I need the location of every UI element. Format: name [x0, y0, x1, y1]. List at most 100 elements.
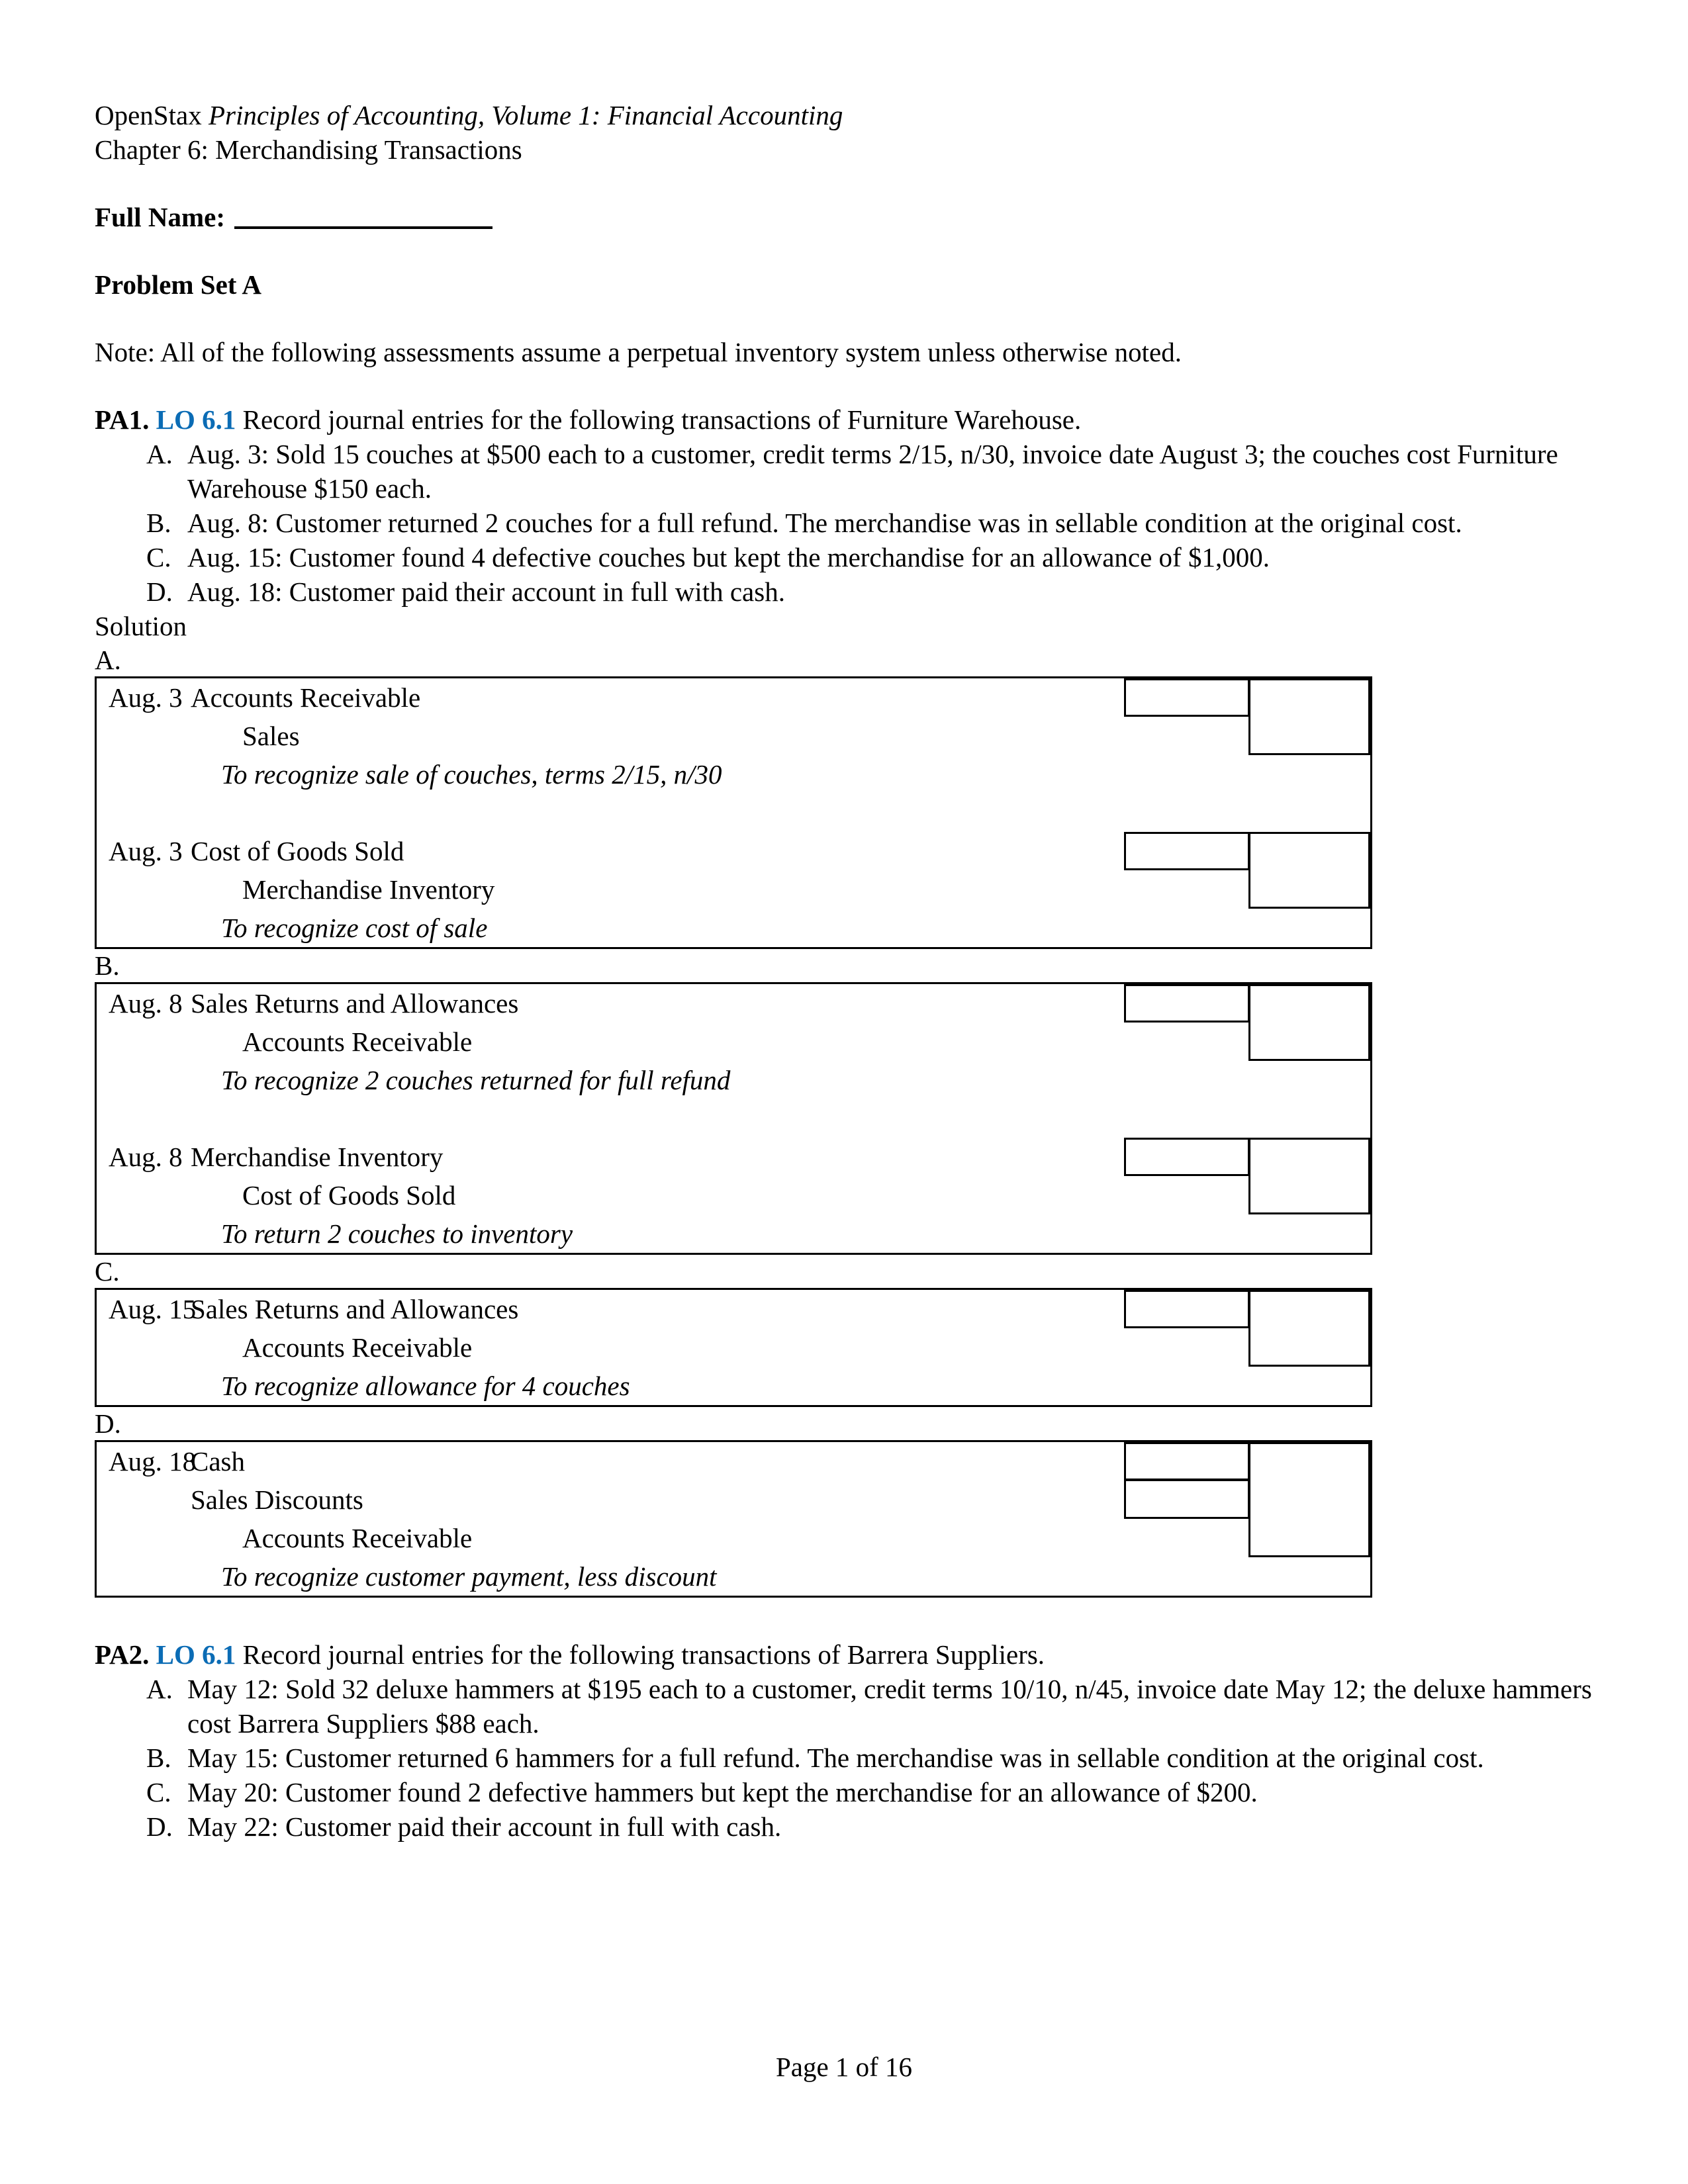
problem-pa1-prompt: PA1. LO 6.1 Record journal entries for t… — [95, 402, 1597, 437]
journal-row: Aug. 8 Sales Returns and Allowances — [97, 984, 1370, 1023]
journal-row: Sales — [97, 717, 1370, 755]
list-item: D. May 22: Customer paid their account in… — [146, 1809, 1597, 1844]
journal-row: Aug. 18 Cash — [97, 1442, 1370, 1480]
problem-set-title: Problem Set A — [95, 269, 262, 300]
page-content: OpenStax Principles of Accounting, Volum… — [95, 98, 1597, 1844]
journal-row: Accounts Receivable — [97, 1023, 1370, 1061]
credit-account-label: Sales — [242, 721, 300, 751]
debit-account-label: Cost of Goods Sold — [191, 836, 404, 866]
entry-date: Aug. 3 — [109, 682, 183, 713]
problem-pa2-prompt-text: Record journal entries for the following… — [242, 1639, 1045, 1670]
problem-pa1-item-list: A. Aug. 3: Sold 15 couches at $500 each t… — [95, 437, 1597, 609]
credit-account-label: Accounts Receivable — [242, 1332, 473, 1363]
credit-account-label: Merchandise Inventory — [242, 874, 495, 905]
entry-date: Aug. 18 — [109, 1446, 197, 1477]
journal-row: Aug. 3 Cost of Goods Sold — [97, 832, 1370, 870]
entry-date: Aug. 8 — [109, 988, 183, 1019]
problem-pa1-id: PA1. — [95, 404, 150, 435]
entry-date: Aug. 15 — [109, 1294, 197, 1324]
journal-row: To recognize 2 couches returned for full… — [97, 1061, 1370, 1099]
journal-row: Aug. 15 Sales Returns and Allowances — [97, 1290, 1370, 1328]
list-item: B. May 15: Customer returned 6 hammers fo… — [146, 1741, 1597, 1775]
debit-account-label: Sales Returns and Allowances — [191, 1294, 519, 1324]
solution-block-label-b: B. — [95, 950, 120, 981]
full-name-input[interactable] — [234, 226, 492, 229]
list-item: A. Aug. 3: Sold 15 couches at $500 each t… — [146, 437, 1597, 506]
list-item-marker: D. — [146, 576, 173, 607]
list-item-text: Aug. 8: Customer returned 2 couches for … — [187, 508, 1462, 538]
journal-entry-table-c: Aug. 15 Sales Returns and Allowances Acc… — [95, 1288, 1372, 1407]
problem-pa1-lo-link[interactable]: LO 6.1 — [156, 404, 236, 435]
list-item-text: Aug. 15: Customer found 4 defective couc… — [187, 542, 1270, 572]
list-item: D. Aug. 18: Customer paid their account i… — [146, 574, 1597, 609]
solution-block-label-c: C. — [95, 1256, 120, 1287]
list-item-marker: A. — [146, 439, 173, 469]
journal-row: Merchandise Inventory — [97, 870, 1370, 909]
document-header-line-1: OpenStax Principles of Accounting, Volum… — [95, 98, 1597, 132]
journal-row: To recognize sale of couches, terms 2/15… — [97, 755, 1370, 794]
list-item: B. Aug. 8: Customer returned 2 couches fo… — [146, 506, 1597, 540]
entry-memo: To recognize sale of couches, terms 2/15… — [221, 759, 722, 790]
list-item: A. May 12: Sold 32 deluxe hammers at $195… — [146, 1672, 1597, 1741]
list-item-text: May 20: Customer found 2 defective hamme… — [187, 1777, 1258, 1807]
journal-row: Accounts Receivable — [97, 1519, 1370, 1557]
journal-row: Cost of Goods Sold — [97, 1176, 1370, 1214]
journal-row: Sales Discounts — [97, 1480, 1370, 1519]
debit-account-label: Sales Returns and Allowances — [191, 988, 519, 1019]
journal-entry-table-d: Aug. 18 Cash Sales Discounts Accounts Re… — [95, 1440, 1372, 1598]
problem-pa2-prompt: PA2. LO 6.1 Record journal entries for t… — [95, 1637, 1597, 1672]
debit-account-label: Merchandise Inventory — [191, 1142, 444, 1172]
row-spacer — [97, 1099, 1370, 1138]
credit-account-label: Accounts Receivable — [242, 1523, 473, 1553]
publisher-name: OpenStax — [95, 100, 209, 130]
journal-row: Aug. 8 Merchandise Inventory — [97, 1138, 1370, 1176]
list-item-text: May 22: Customer paid their account in f… — [187, 1811, 782, 1842]
list-item-marker: C. — [146, 542, 171, 572]
entry-memo: To recognize cost of sale — [221, 913, 488, 943]
solution-block-label-a: A. — [95, 645, 121, 675]
page-footer: Page 1 of 16 — [775, 2052, 913, 2082]
journal-row: To return 2 couches to inventory — [97, 1214, 1370, 1253]
debit-account-label: Cash — [191, 1446, 245, 1477]
entry-date: Aug. 3 — [109, 836, 183, 866]
full-name-label: Full Name: — [95, 202, 225, 232]
debit-account-label-2: Sales Discounts — [191, 1484, 363, 1515]
list-item-text: May 15: Customer returned 6 hammers for … — [187, 1743, 1484, 1773]
list-item-marker: A. — [146, 1674, 173, 1704]
solution-heading: Solution — [95, 611, 187, 641]
list-item: C. May 20: Customer found 2 defective ham… — [146, 1775, 1597, 1809]
document-header-line-2: Chapter 6: Merchandising Transactions — [95, 134, 522, 165]
list-item-marker: B. — [146, 1743, 171, 1773]
full-name-row: Full Name: — [95, 200, 1597, 234]
journal-row: To recognize customer payment, less disc… — [97, 1557, 1370, 1596]
journal-row: Aug. 3 Accounts Receivable — [97, 678, 1370, 717]
document-page: OpenStax Principles of Accounting, Volum… — [0, 0, 1688, 2184]
problem-pa2-item-list: A. May 12: Sold 32 deluxe hammers at $195… — [95, 1672, 1597, 1844]
journal-entry-table-a: Aug. 3 Accounts Receivable Sales To reco… — [95, 676, 1372, 949]
entry-memo: To return 2 couches to inventory — [221, 1218, 573, 1249]
entry-memo: To recognize 2 couches returned for full… — [221, 1065, 731, 1095]
list-item: C. Aug. 15: Customer found 4 defective co… — [146, 540, 1597, 574]
list-item-text: May 12: Sold 32 deluxe hammers at $195 e… — [187, 1674, 1592, 1739]
entry-date: Aug. 8 — [109, 1142, 183, 1172]
book-title: Principles of Accounting, Volume 1: Fina… — [208, 100, 843, 130]
list-item-text: Aug. 3: Sold 15 couches at $500 each to … — [187, 439, 1558, 504]
list-item-text: Aug. 18: Customer paid their account in … — [187, 576, 785, 607]
entry-memo: To recognize customer payment, less disc… — [221, 1561, 717, 1592]
list-item-marker: B. — [146, 508, 171, 538]
problem-pa2-lo-link[interactable]: LO 6.1 — [156, 1639, 236, 1670]
entry-memo: To recognize allowance for 4 couches — [221, 1371, 630, 1401]
credit-account-label: Cost of Goods Sold — [242, 1180, 456, 1210]
journal-row: Accounts Receivable — [97, 1328, 1370, 1367]
solution-block-label-d: D. — [95, 1408, 121, 1439]
problem-pa2-id: PA2. — [95, 1639, 150, 1670]
list-item-marker: D. — [146, 1811, 173, 1842]
assessment-note: Note: All of the following assessments a… — [95, 337, 1182, 367]
list-item-marker: C. — [146, 1777, 171, 1807]
debit-account-label: Accounts Receivable — [191, 682, 421, 713]
